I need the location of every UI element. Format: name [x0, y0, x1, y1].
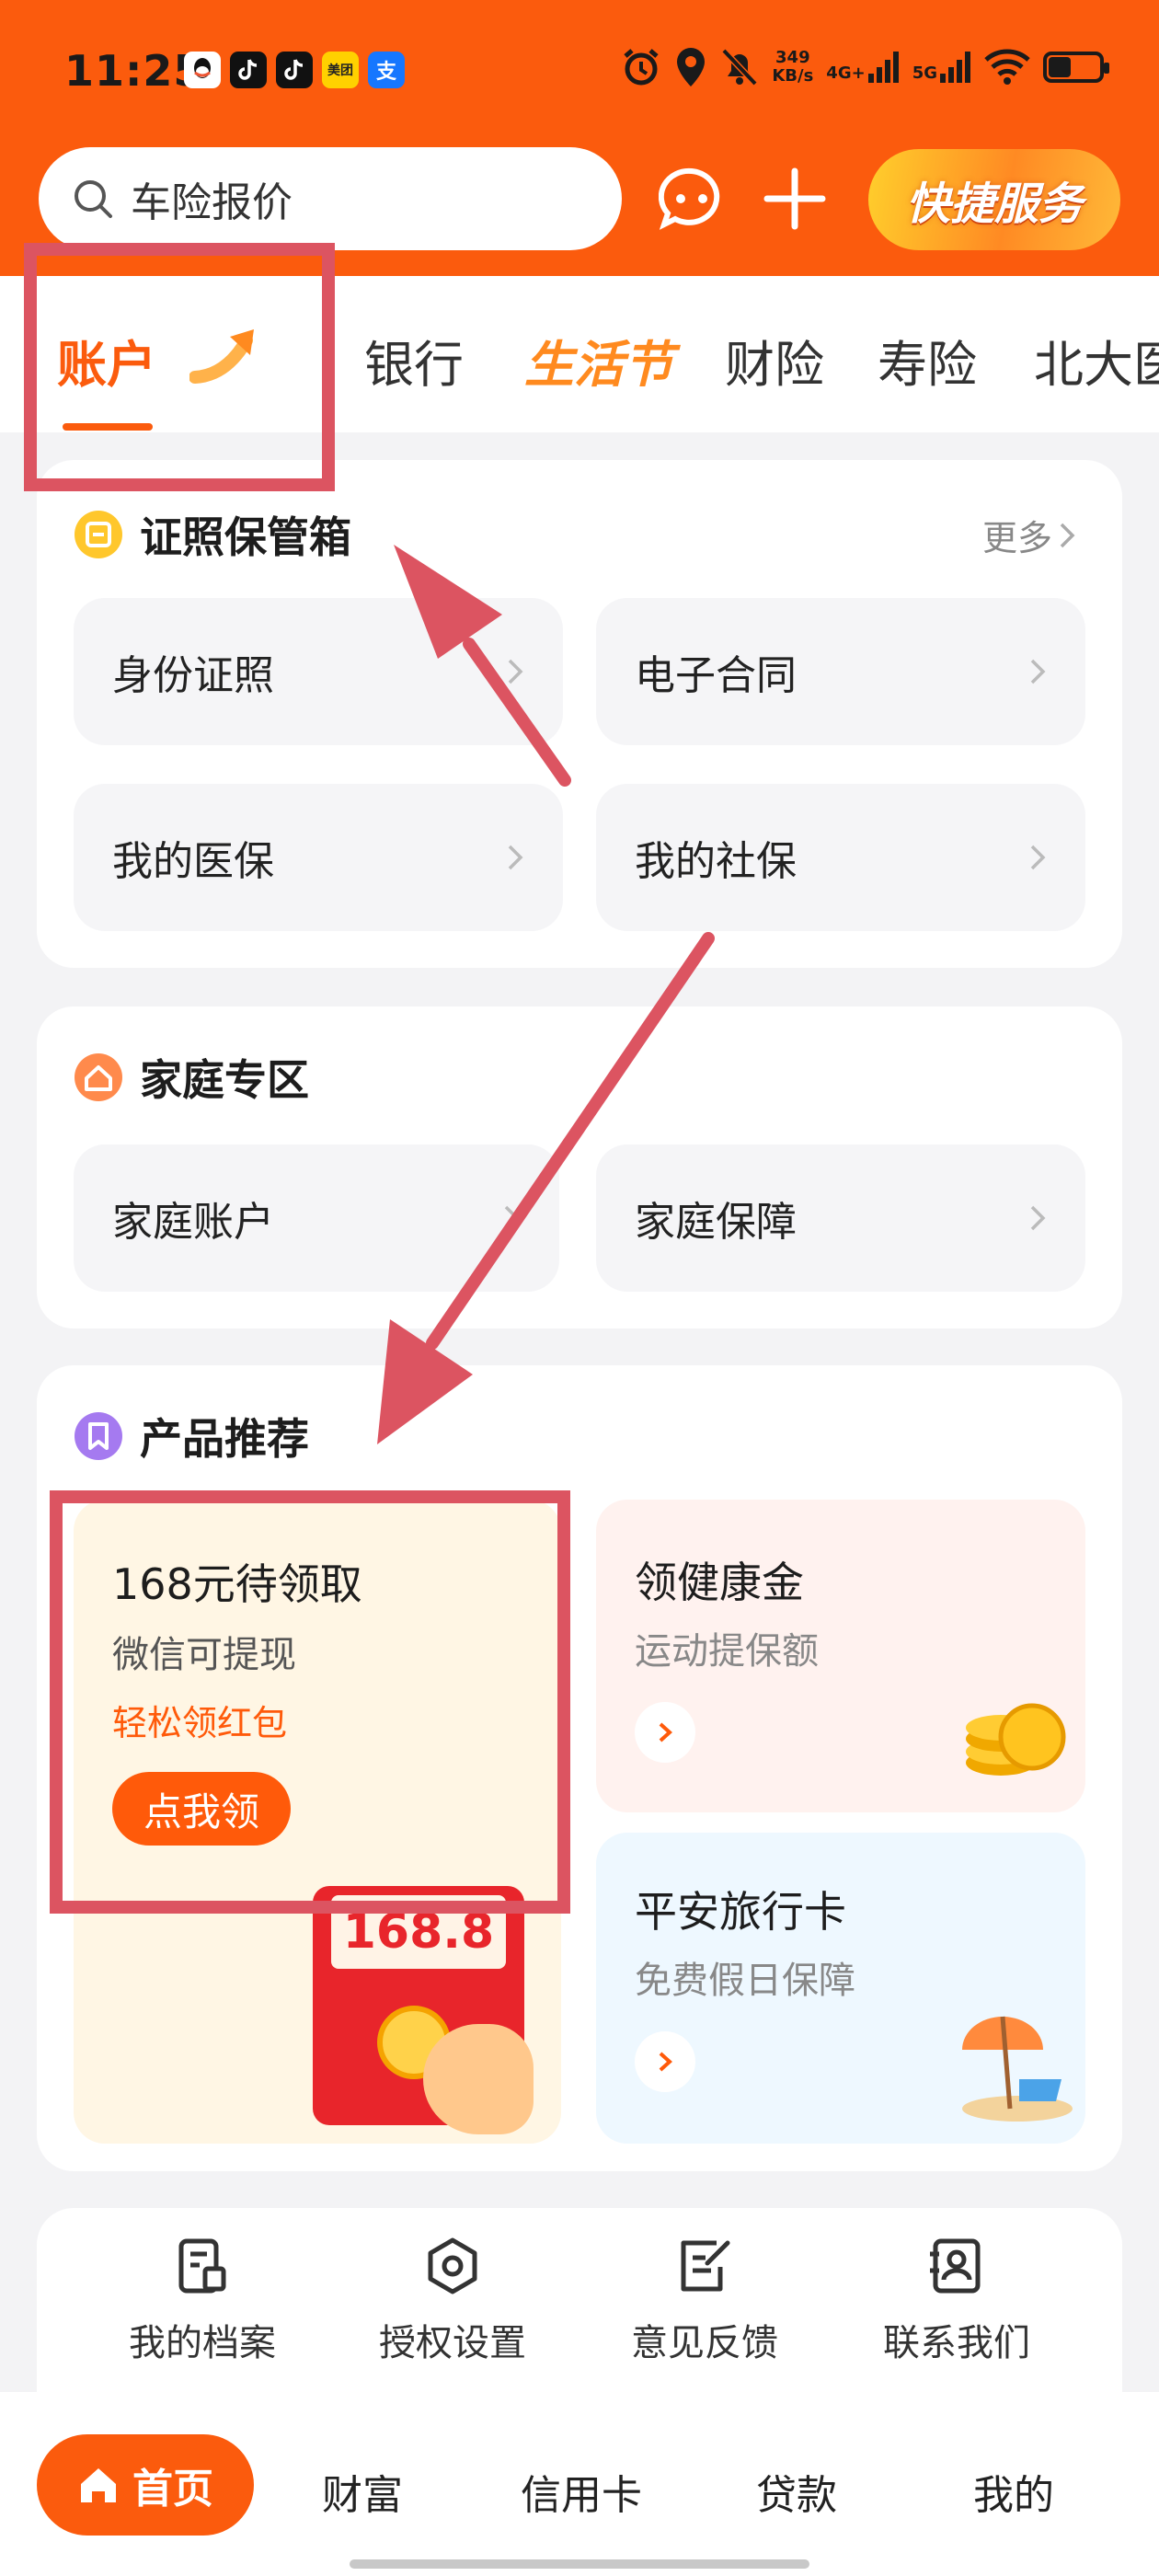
- annotation-arrow-down: [377, 932, 715, 1444]
- annotation-arrows: [377, 545, 715, 1444]
- annotation-arrow-up: [394, 545, 571, 787]
